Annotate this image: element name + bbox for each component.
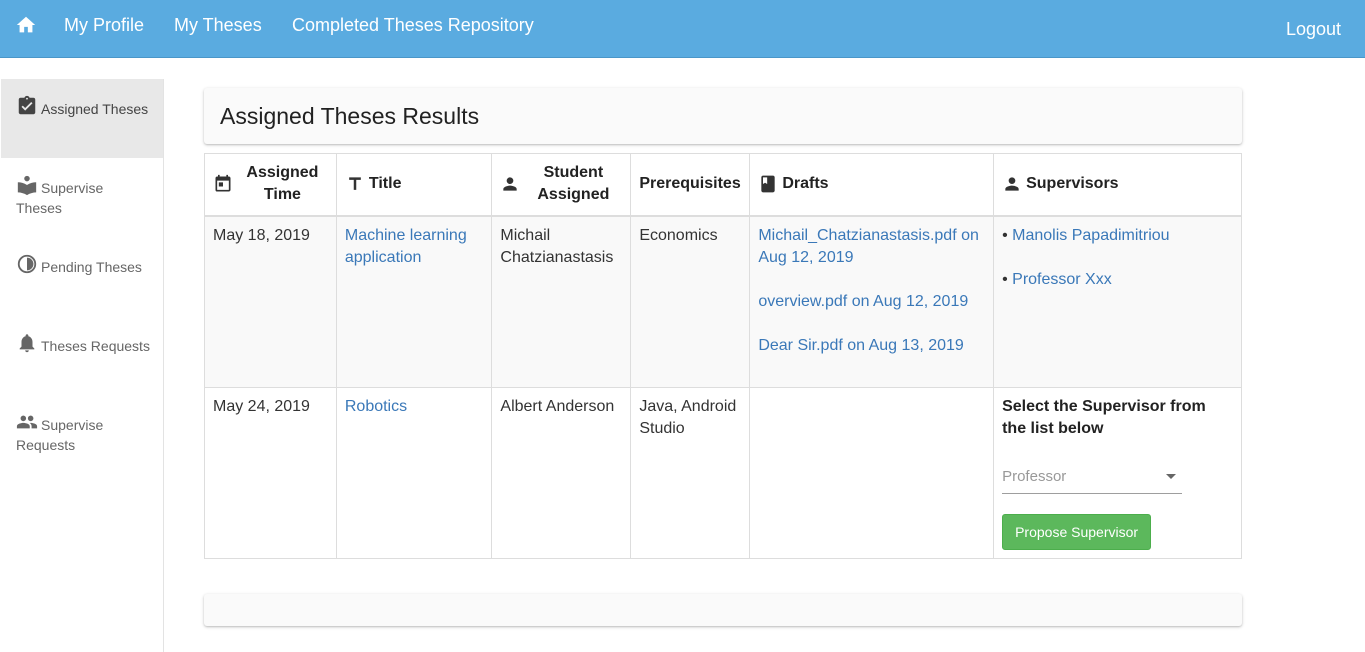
header-label: Title xyxy=(368,175,402,193)
nav-my-theses[interactable]: My Theses xyxy=(174,15,262,35)
cell-prerequisites: Java, Android Studio xyxy=(630,386,751,559)
sidebar: Assigned Theses Supervise Theses Pending… xyxy=(1,79,164,652)
header-drafts: Drafts xyxy=(749,153,995,217)
person-icon xyxy=(1005,177,1019,191)
header-label: Prerequisites xyxy=(639,175,741,193)
header-title: Title xyxy=(335,153,493,217)
sidebar-item-pending-theses[interactable]: Pending Theses xyxy=(1,237,163,316)
sidebar-item-supervise-theses[interactable]: Supervise Theses xyxy=(1,158,163,237)
header-label: Supervisors xyxy=(1026,175,1119,193)
cell-drafts xyxy=(749,386,995,559)
person-icon xyxy=(503,177,518,191)
cell-student: Albert Anderson xyxy=(491,386,632,559)
nav-completed-theses-repository[interactable]: Completed Theses Repository xyxy=(292,15,534,35)
select-supervisor-label: Select the Supervisor from the list belo… xyxy=(1002,397,1206,437)
cell-supervisors: Select the Supervisor from the list belo… xyxy=(993,386,1242,559)
draft-link[interactable]: Dear Sir.pdf on Aug 13, 2019 xyxy=(758,335,985,357)
bell-icon xyxy=(19,334,35,353)
cell-supervisors: • Manolis Papadimitriou • Professor Xxx xyxy=(993,215,1242,388)
cell-title: Machine learning application xyxy=(335,215,493,388)
header-assigned-time: Assigned Time xyxy=(204,153,337,217)
page-title: Assigned Theses Results xyxy=(220,103,480,129)
sidebar-item-theses-requests[interactable]: Theses Requests xyxy=(1,316,163,395)
logout-link[interactable]: Logout xyxy=(1286,19,1341,39)
table-row: May 24, 2019 Robotics Albert Anderson Ja… xyxy=(204,386,1242,559)
draft-link[interactable]: overview.pdf on Aug 12, 2019 xyxy=(758,291,985,313)
supervisor-select[interactable]: Professor xyxy=(1002,466,1183,494)
sidebar-item-label: Assigned Theses xyxy=(41,101,149,117)
supervisor-link[interactable]: Manolis Papadimitriou xyxy=(1012,227,1169,244)
propose-supervisor-button[interactable]: Propose Supervisor xyxy=(1002,513,1152,550)
cell-assigned-time: May 24, 2019 xyxy=(204,386,337,559)
header-student-assigned: Student Assigned xyxy=(491,153,632,217)
people-icon xyxy=(16,415,38,429)
nav-my-profile[interactable]: My Profile xyxy=(64,15,144,35)
assigned-theses-table: Assigned Time Title Student Assigned Pre… xyxy=(204,153,1242,559)
sidebar-item-supervise-requests[interactable]: Supervise Requests xyxy=(1,395,163,474)
clipboard-check-icon xyxy=(18,95,36,115)
cell-drafts: Michail_Chatzianastasis.pdf on Aug 12, 2… xyxy=(749,215,995,388)
results-header-card: Assigned Theses Results xyxy=(204,88,1242,144)
sidebar-item-label: Theses Requests xyxy=(41,338,150,354)
cell-student: Michail Chatzianastasis xyxy=(491,215,632,388)
thesis-title-link[interactable]: Robotics xyxy=(345,398,407,415)
cell-prerequisites: Economics xyxy=(630,215,751,388)
header-label: Student Assigned xyxy=(537,164,610,204)
bottom-card xyxy=(204,594,1242,626)
cell-title: Robotics xyxy=(335,386,493,559)
calendar-icon xyxy=(215,175,231,192)
top-nav: My Profile My Theses Completed Theses Re… xyxy=(0,0,1365,58)
sidebar-item-assigned-theses[interactable]: Assigned Theses xyxy=(1,79,163,158)
header-label: Assigned Time xyxy=(246,164,319,204)
sidebar-item-label: Pending Theses xyxy=(41,259,142,275)
half-circle-icon xyxy=(17,254,37,274)
header-supervisors: Supervisors xyxy=(993,153,1242,217)
caret-down-icon xyxy=(1166,473,1177,479)
draft-link[interactable]: Michail_Chatzianastasis.pdf on Aug 12, 2… xyxy=(758,225,985,269)
book-icon xyxy=(761,175,775,193)
home-icon[interactable] xyxy=(15,14,37,36)
text-icon xyxy=(349,177,361,191)
header-prerequisites: Prerequisites xyxy=(630,153,751,217)
supervisor-link[interactable]: Professor Xxx xyxy=(1012,271,1112,288)
cell-assigned-time: May 18, 2019 xyxy=(204,215,337,388)
table-row: May 18, 2019 Machine learning applicatio… xyxy=(204,215,1242,388)
table-header-row: Assigned Time Title Student Assigned Pre… xyxy=(204,153,1242,217)
thesis-title-link[interactable]: Machine learning application xyxy=(345,227,467,266)
header-label: Drafts xyxy=(782,175,829,193)
book-reader-icon xyxy=(17,175,37,196)
supervisor-item: • Manolis Papadimitriou xyxy=(1002,226,1170,244)
supervisor-item: • Professor Xxx xyxy=(1002,270,1112,288)
supervisor-select-value: Professor xyxy=(1002,467,1067,485)
